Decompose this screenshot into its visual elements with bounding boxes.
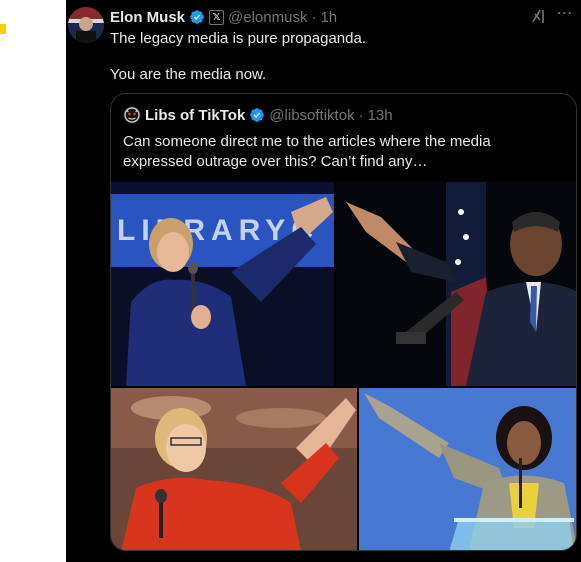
verified-badge-icon [250,108,265,122]
photo-bottom-right[interactable] [359,388,576,550]
quote-post-time[interactable]: 13h [368,107,393,124]
photo-bottom-left[interactable] [111,388,357,550]
photo-top-left[interactable]: LIBRARYC [111,182,334,386]
tweet-text-line2: You are the media now. [110,66,267,83]
author-handle[interactable]: @elonmusk [228,9,307,26]
tweet-card[interactable]: Elon Musk 𝕏 @elonmusk · 1h ⋯ The legacy … [66,0,581,562]
left-marker [0,24,6,34]
quote-author-name[interactable]: Libs of TikTok [145,107,245,124]
verified-badge-icon [190,10,204,24]
tweet-header: Elon Musk 𝕏 @elonmusk · 1h [110,8,571,26]
author-name[interactable]: Elon Musk [110,9,185,26]
post-time[interactable]: 1h [320,9,337,26]
quote-avatar[interactable] [123,106,141,124]
grok-icon[interactable] [531,7,547,25]
quote-author-handle[interactable]: @libsoftiktok [269,107,354,124]
separator-dot: · [358,106,364,124]
quote-text: Can someone direct me to the articles wh… [123,133,491,170]
separator-dot: · [311,8,317,26]
tweet-text-line1: The legacy media is pure propaganda. [110,30,366,47]
bottom-strip [66,551,581,562]
more-options-icon[interactable]: ⋯ [555,4,575,24]
quote-header: Libs of TikTok @libsoftiktok · 13h [123,106,393,124]
photo-top-right[interactable] [336,182,576,386]
quoted-tweet[interactable]: Libs of TikTok @libsoftiktok · 13h Can s… [110,93,577,551]
avatar[interactable] [68,7,104,43]
media-grid: LIBRARYC [111,182,576,550]
x-affiliate-badge-icon: 𝕏 [209,9,225,25]
